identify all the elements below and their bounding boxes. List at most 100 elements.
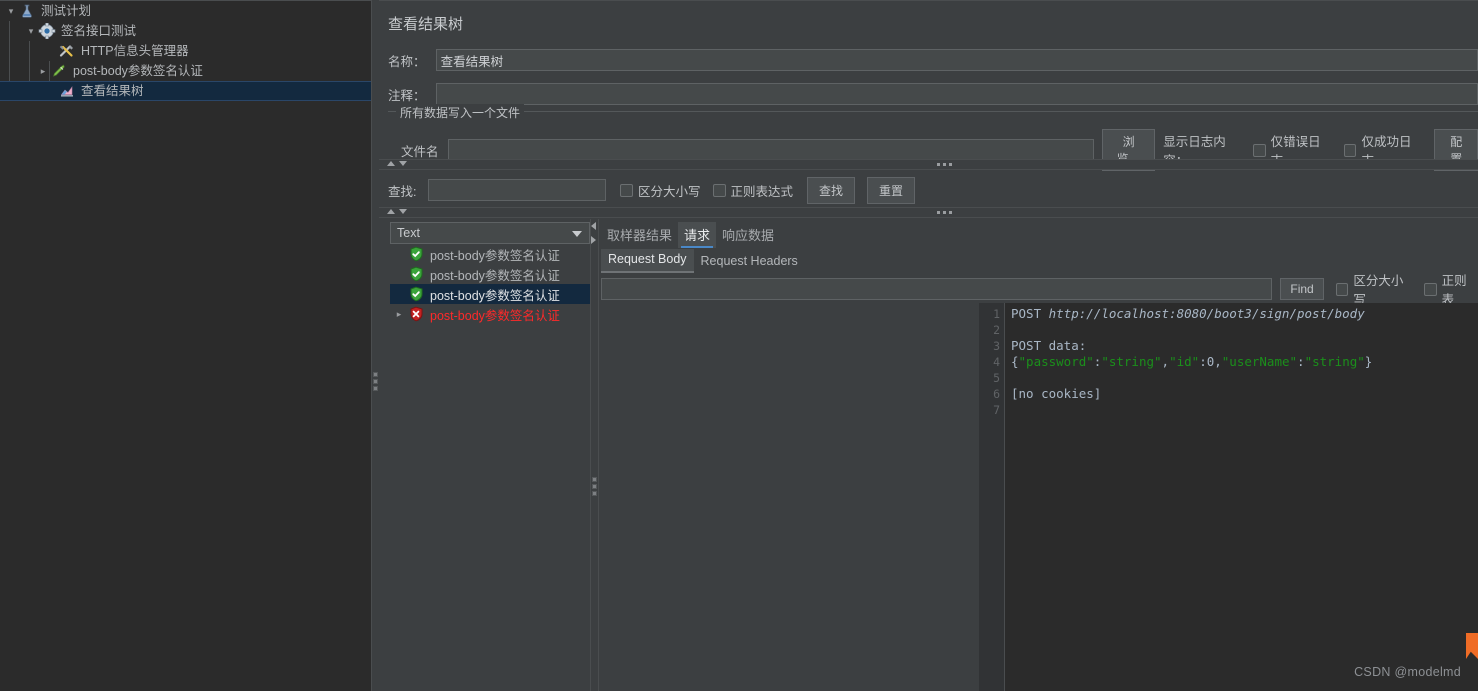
collapse-arrows[interactable] <box>387 161 407 166</box>
request-body-view[interactable]: 1 2 3 4 5 6 7 POST http://localhost:8080… <box>979 303 1478 691</box>
list-item[interactable]: post-body参数签名认证 <box>390 264 590 284</box>
find-label: 查找: <box>388 184 417 199</box>
checkbox-box[interactable] <box>620 183 633 197</box>
chevron-down-icon[interactable] <box>4 1 18 21</box>
chevron-down-icon[interactable] <box>24 21 38 41</box>
code-token: , <box>1161 354 1170 369</box>
chevron-right-icon[interactable]: ▸ <box>390 309 408 320</box>
regex-checkbox[interactable]: 正则表达式 <box>712 181 794 200</box>
tree-item-label: HTTP信息头管理器 <box>81 44 189 58</box>
splitter-line <box>371 0 372 691</box>
horizontal-splitter-detail[interactable] <box>590 219 599 691</box>
drag-dots[interactable] <box>937 163 952 166</box>
line-number: 5 <box>993 371 1000 385</box>
tree-item-http-header-manager[interactable]: HTTP信息头管理器 <box>0 41 371 61</box>
failure-shield-icon <box>408 306 430 322</box>
flask-icon <box>18 3 38 19</box>
splitter-line <box>598 219 599 691</box>
tree-item-thread-group[interactable]: 签名接口测试 <box>0 21 371 41</box>
name-input[interactable] <box>435 49 1478 71</box>
code-token: { <box>1011 354 1019 369</box>
list-item[interactable]: ▸ post-body参数签名认证 <box>390 304 590 324</box>
splitter-grip[interactable] <box>592 477 597 496</box>
find-button[interactable]: 查找 <box>807 176 856 204</box>
collapse-right-icon[interactable] <box>591 236 596 244</box>
code-token: "id" <box>1169 354 1200 369</box>
chevron-right-icon[interactable] <box>36 61 50 81</box>
code-token: POST data: <box>1011 338 1087 353</box>
tab-request[interactable]: 请求 <box>678 222 717 248</box>
code-token: "string" <box>1304 354 1365 369</box>
name-row: 名称： <box>388 48 1478 72</box>
sampler-result-list[interactable]: post-body参数签名认证 post-body参数签名认证 post-bod… <box>390 244 590 691</box>
checkbox-box[interactable] <box>1335 282 1349 296</box>
detail-find-input[interactable] <box>601 278 1273 300</box>
tab-response-data[interactable]: 响应数据 <box>716 222 780 248</box>
regex-label: 正则表达式 <box>730 184 794 199</box>
case-sensitive-checkbox[interactable]: 区分大小写 <box>620 181 701 200</box>
list-item[interactable]: post-body参数签名认证 <box>390 284 590 304</box>
checkbox-box[interactable] <box>1343 143 1357 157</box>
code-token: "userName" <box>1221 354 1298 369</box>
splitter-collapse-arrows[interactable] <box>591 222 596 244</box>
filename-input[interactable] <box>447 139 1095 161</box>
collapse-arrows[interactable] <box>387 209 407 214</box>
tree-item-http-request[interactable]: post-body参数签名认证 <box>0 61 371 81</box>
detail-find-row: Find 区分大小写 正则表 <box>601 274 1478 307</box>
checkbox-box[interactable] <box>1252 143 1266 157</box>
checkbox-box[interactable] <box>712 183 726 197</box>
render-type-value: Text <box>397 226 420 240</box>
tree-item-label: 签名接口测试 <box>61 24 137 38</box>
drag-dots[interactable] <box>937 211 952 214</box>
jmeter-window: 测试计划 <box>0 0 1478 691</box>
code-content[interactable]: POST http://localhost:8080/boot3/sign/po… <box>1005 303 1478 691</box>
line-number: 2 <box>993 323 1000 337</box>
render-type-select[interactable]: Text <box>390 222 590 244</box>
code-token: :0, <box>1199 354 1222 369</box>
code-token: [no cookies] <box>1011 386 1102 401</box>
find-input[interactable] <box>428 179 606 201</box>
test-plan-tree[interactable]: 测试计划 <box>0 0 371 691</box>
list-item[interactable]: post-body参数签名认证 <box>390 244 590 264</box>
reset-button[interactable]: 重置 <box>867 176 916 204</box>
line-number: 7 <box>993 403 1000 417</box>
line-number: 6 <box>993 387 1000 401</box>
line-number-gutter: 1 2 3 4 5 6 7 <box>979 303 1005 691</box>
code-line: {"password":"string","id":0,"userName":"… <box>1011 354 1478 370</box>
collapse-down-icon[interactable] <box>399 209 407 214</box>
comment-label: 注释： <box>388 88 426 103</box>
collapse-down-icon[interactable] <box>399 161 407 166</box>
splitter-grip[interactable] <box>373 372 378 391</box>
tab-sampler-result[interactable]: 取样器结果 <box>601 222 678 248</box>
comment-input[interactable] <box>435 83 1478 105</box>
checkbox-box[interactable] <box>1424 282 1437 296</box>
list-item-label: post-body参数签名认证 <box>430 268 560 283</box>
request-subtabs[interactable]: Request Body Request Headers <box>601 249 805 273</box>
page-title: 查看结果树 <box>388 16 464 33</box>
graph-icon <box>58 83 78 99</box>
line-number: 4 <box>993 355 1000 369</box>
code-token: http://localhost:8080/boot3/sign/post/bo… <box>1048 306 1365 321</box>
code-token: } <box>1364 354 1373 369</box>
tree-item-view-results-tree[interactable]: 查看结果树 <box>0 81 371 101</box>
comment-row: 注释： <box>388 82 1478 106</box>
collapse-up-icon[interactable] <box>387 209 395 214</box>
list-item-label: post-body参数签名认证 <box>430 288 560 303</box>
tree-item-test-plan[interactable]: 测试计划 <box>0 1 371 21</box>
chevron-down-icon[interactable] <box>572 231 582 237</box>
list-item-label: post-body参数签名认证 <box>430 248 560 263</box>
detail-find-button[interactable]: Find <box>1280 278 1324 300</box>
detail-tabs[interactable]: 取样器结果 请求 响应数据 <box>601 222 780 248</box>
collapse-left-icon[interactable] <box>591 222 596 230</box>
collapse-strip-bottom[interactable] <box>379 207 1478 218</box>
success-shield-icon <box>408 286 430 302</box>
subtab-request-headers[interactable]: Request Headers <box>694 251 805 273</box>
search-row: 查找: 区分大小写 正则表达式 查找 重置 <box>388 176 916 204</box>
name-label: 名称： <box>388 54 426 69</box>
collapse-strip-top[interactable] <box>379 159 1478 170</box>
collapse-up-icon[interactable] <box>387 161 395 166</box>
subtab-request-body[interactable]: Request Body <box>601 249 694 273</box>
